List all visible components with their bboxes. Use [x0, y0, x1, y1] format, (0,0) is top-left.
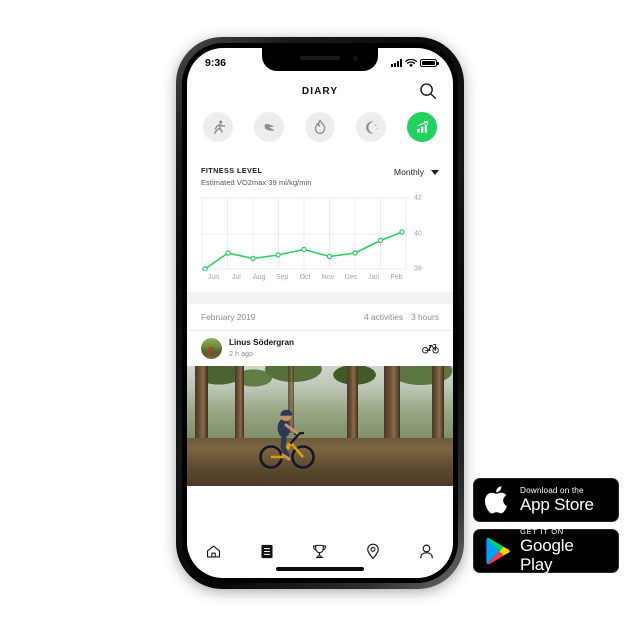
avatar[interactable]: [201, 337, 222, 359]
nav-item-home[interactable]: [203, 540, 225, 562]
nav-item-diary[interactable]: [256, 540, 278, 562]
chevron-down-icon: [431, 169, 439, 175]
x-tick-sep: Sep: [275, 273, 289, 281]
chart-x-axis: Jun Jul Aug Sep Oct Nov Dec Jan Feb: [201, 274, 408, 281]
home-icon: [207, 544, 221, 558]
vo2max-subtitle: Estimated VO2max 39 ml/kg/min: [201, 177, 312, 187]
chart-plot-area: [201, 197, 407, 271]
search-icon[interactable]: [419, 82, 437, 100]
location-pin-icon: [367, 543, 380, 559]
trophy-icon: [313, 544, 327, 558]
activity-filter-sleep[interactable]: [356, 112, 386, 142]
photo-ground: [187, 437, 453, 486]
chart-svg: [201, 197, 407, 271]
status-bar: 9:36: [187, 48, 453, 74]
fitness-chart: 42 40 38: [201, 194, 439, 272]
total-duration: 3 hours: [411, 311, 439, 322]
running-icon: [213, 119, 225, 134]
period-dropdown[interactable]: Monthly: [394, 167, 439, 177]
x-tick-dec: Dec: [344, 273, 358, 281]
activity-photo[interactable]: [187, 365, 453, 486]
bottom-navigation: [187, 534, 453, 578]
google-play-big-text: Google Play: [519, 536, 574, 575]
shoe-icon: [264, 123, 274, 131]
flame-icon: [314, 119, 326, 134]
moon-icon: [365, 120, 378, 134]
google-play-badge-text: GET IT ON Google Play: [519, 526, 607, 575]
google-play-badge[interactable]: GET IT ON Google Play: [473, 526, 619, 575]
activity-filter-steps[interactable]: [254, 112, 284, 142]
diary-icon: [261, 544, 273, 558]
home-indicator: [276, 567, 364, 571]
phone-frame: 9:36 DIARY FITNESS LEVEL Estimated VO2ma…: [176, 37, 464, 589]
x-tick-jan: Jan: [368, 273, 380, 281]
apple-icon: [485, 486, 507, 514]
app-header: DIARY: [187, 76, 453, 106]
y-tick-42: 42: [414, 194, 422, 201]
app-store-badge[interactable]: Download on the App Store: [473, 478, 619, 522]
month-stats: 4 activities 3 hours: [364, 312, 439, 322]
wifi-icon: [405, 58, 417, 67]
period-dropdown-label: Monthly: [393, 167, 424, 177]
app-store-big-text: App Store: [520, 495, 594, 515]
x-tick-feb: Feb: [390, 273, 403, 281]
bicycle-icon: [422, 344, 439, 354]
activity-timestamp: 2 h ago: [229, 348, 253, 358]
nav-item-profile[interactable]: [415, 540, 437, 562]
google-play-icon: [486, 538, 510, 565]
activity-filter-calories[interactable]: [305, 112, 335, 142]
nav-item-challenges[interactable]: [309, 540, 331, 562]
app-store-small-text: Download on the: [520, 485, 584, 495]
status-time: 9:36: [205, 57, 227, 69]
bar-chart-icon: [416, 120, 428, 133]
mountain-biker: [259, 409, 315, 469]
activity-entry[interactable]: Linus Södergran 2 h ago: [187, 330, 453, 366]
fitness-card-titles: FITNESS LEVEL Estimated VO2max 39 ml/kg/…: [201, 166, 312, 187]
phone-screen: 9:36 DIARY FITNESS LEVEL Estimated VO2ma…: [187, 48, 453, 578]
month-label: February 2019: [201, 311, 256, 322]
page-title: DIARY: [301, 85, 339, 97]
month-summary-row: February 2019 4 activities 3 hours: [187, 303, 453, 331]
person-icon: [419, 544, 433, 559]
x-tick-aug: Aug: [252, 273, 266, 281]
fitness-level-title: FITNESS LEVEL: [201, 166, 263, 175]
chart-y-axis: 42 40 38: [407, 194, 433, 272]
x-tick-jun: Jun: [207, 273, 220, 281]
section-separator: [187, 291, 453, 304]
activity-author-name: Linus Södergran: [229, 338, 295, 348]
photo-canopy: [187, 365, 453, 407]
battery-icon: [420, 58, 439, 68]
x-tick-jul: Jul: [231, 273, 241, 281]
status-icons: [391, 58, 439, 68]
activity-entry-text: Linus Södergran 2 h ago: [229, 338, 422, 358]
fitness-level-card: FITNESS LEVEL Estimated VO2max 39 ml/kg/…: [187, 158, 453, 285]
y-tick-38: 38: [414, 265, 422, 272]
fitness-card-header: FITNESS LEVEL Estimated VO2max 39 ml/kg/…: [201, 166, 439, 187]
y-tick-40: 40: [414, 230, 422, 237]
app-store-badge-text: Download on the App Store: [520, 486, 594, 514]
activity-filter-running[interactable]: [203, 112, 233, 142]
activities-count: 4 activities: [363, 311, 404, 322]
signal-bars-icon: [391, 59, 402, 67]
google-play-small-text: GET IT ON: [519, 526, 564, 536]
x-tick-oct: Oct: [299, 273, 311, 281]
nav-item-explore[interactable]: [362, 540, 384, 562]
activity-filter-fitness[interactable]: [407, 112, 437, 142]
tree-trunk: [234, 365, 244, 445]
activity-filter-row: [187, 106, 453, 142]
x-tick-nov: Nov: [321, 273, 335, 281]
